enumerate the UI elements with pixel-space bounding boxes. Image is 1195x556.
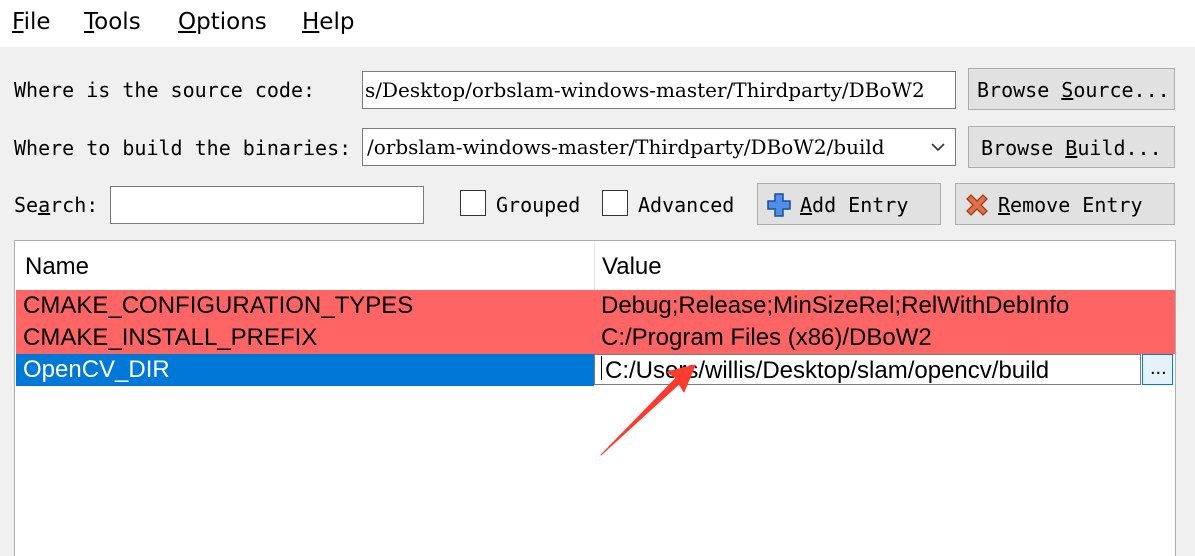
- browse-source-button[interactable]: Browse Source...: [968, 68, 1175, 110]
- search-label: Search:: [14, 193, 99, 217]
- build-path-value: /orbslam-windows-master/Thirdparty/DBoW2…: [367, 135, 885, 159]
- plus-icon: [767, 193, 791, 217]
- search-input[interactable]: [110, 186, 424, 224]
- cache-table: Name Value CMAKE_CONFIGURATION_TYPES Deb…: [14, 240, 1176, 556]
- menu-options[interactable]: Options: [178, 9, 267, 35]
- menu-tools[interactable]: Tools: [84, 9, 141, 35]
- browse-build-button[interactable]: Browse Build...: [968, 126, 1175, 168]
- browse-path-button[interactable]: ...: [1142, 354, 1173, 385]
- chevron-down-icon[interactable]: [929, 136, 947, 158]
- row-value: Debug;Release;MinSizeRel;RelWithDebInfo: [601, 292, 1070, 319]
- column-header-name[interactable]: Name: [15, 241, 594, 290]
- advanced-label[interactable]: Advanced: [638, 193, 734, 217]
- advanced-checkbox[interactable]: [602, 190, 628, 216]
- source-path-input[interactable]: s/Desktop/orbslam-windows-master/Thirdpa…: [362, 71, 956, 109]
- row-value: C:/Program Files (x86)/DBoW2: [601, 324, 932, 351]
- row-name: CMAKE_INSTALL_PREFIX: [23, 324, 318, 351]
- remove-entry-button[interactable]: Remove Entry: [955, 183, 1175, 225]
- menu-help[interactable]: Help: [302, 9, 354, 35]
- table-row-selected[interactable]: OpenCV_DIR: [16, 354, 594, 386]
- menu-file[interactable]: File: [12, 9, 51, 35]
- grouped-label[interactable]: Grouped: [496, 193, 580, 217]
- source-label: Where is the source code:: [14, 78, 316, 102]
- row-name: CMAKE_CONFIGURATION_TYPES: [23, 292, 414, 319]
- add-entry-button[interactable]: Add Entry: [757, 183, 941, 225]
- text-caret: [601, 356, 602, 380]
- table-row[interactable]: CMAKE_CONFIGURATION_TYPES Debug;Release;…: [16, 290, 1175, 322]
- build-path-combobox[interactable]: /orbslam-windows-master/Thirdparty/DBoW2…: [362, 128, 956, 166]
- row-value: C:/Users/willis/Desktop/slam/opencv/buil…: [605, 357, 1050, 384]
- table-row[interactable]: CMAKE_INSTALL_PREFIX C:/Program Files (x…: [16, 322, 1175, 354]
- column-header-value[interactable]: Value: [595, 241, 1175, 290]
- remove-x-icon: [966, 194, 988, 216]
- build-label: Where to build the binaries:: [14, 136, 352, 160]
- menu-bar: File Tools Options Help: [0, 0, 1195, 47]
- source-path-value: s/Desktop/orbslam-windows-master/Thirdpa…: [365, 78, 925, 102]
- value-edit-field[interactable]: C:/Users/willis/Desktop/slam/opencv/buil…: [594, 354, 1141, 385]
- grouped-checkbox[interactable]: [460, 190, 486, 216]
- row-name: OpenCV_DIR: [23, 356, 170, 383]
